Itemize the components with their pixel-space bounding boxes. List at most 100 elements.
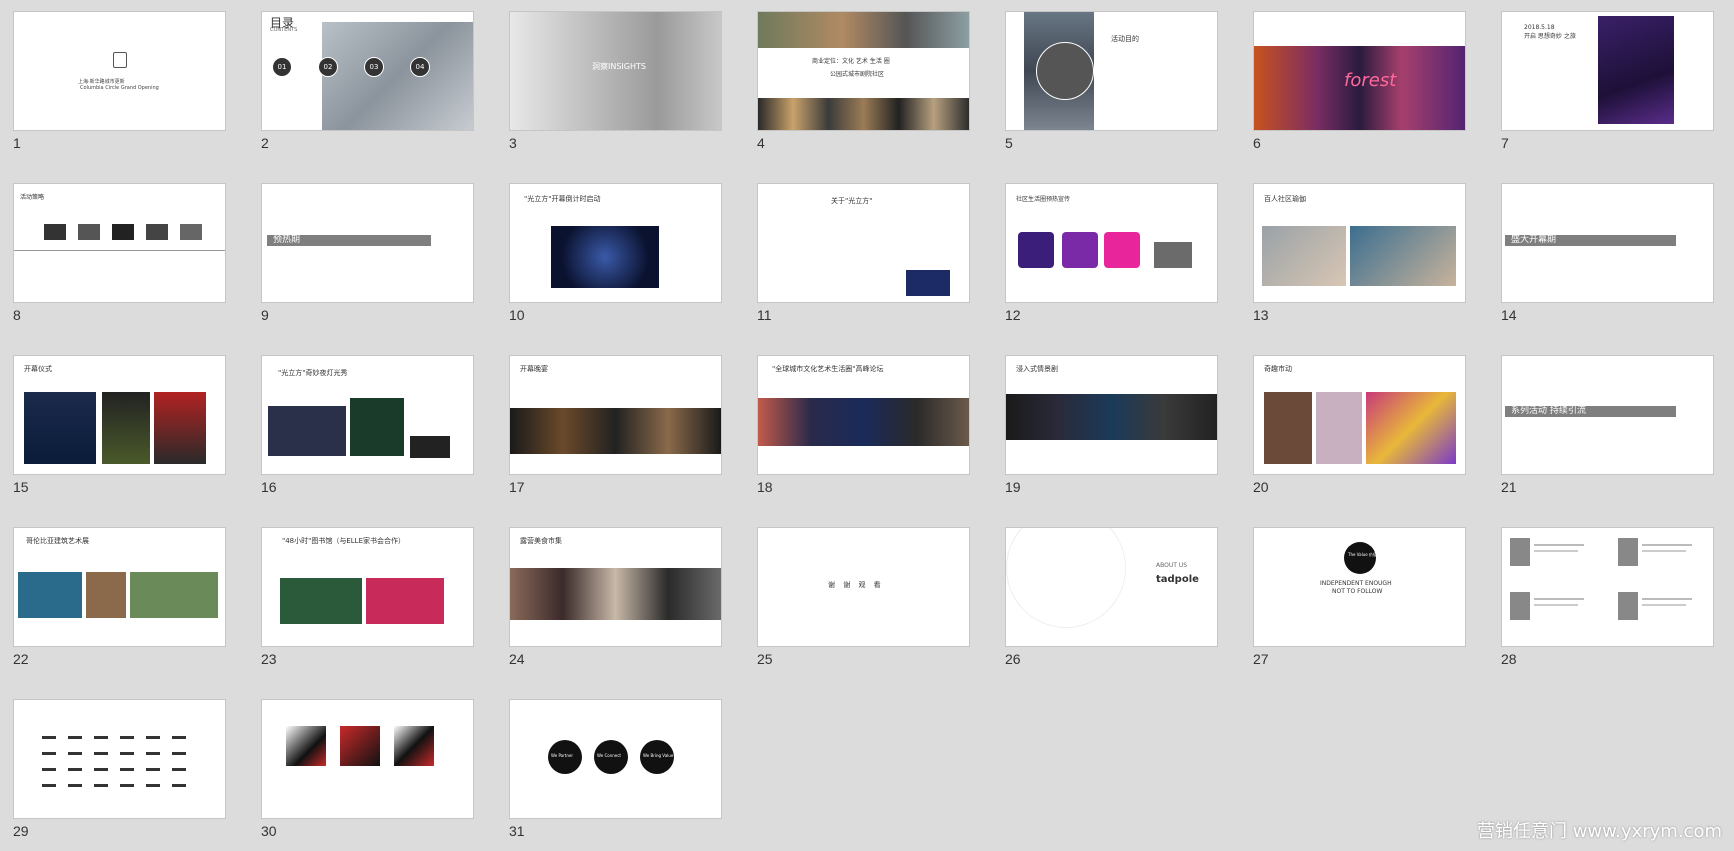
slide-preview[interactable]: 系列活动 持续引流 (1501, 355, 1714, 475)
slide-number: 26 (1005, 651, 1021, 667)
slide-thumbnail-14[interactable]: 盛大开幕期 14 (1501, 183, 1714, 323)
slide-thumbnail-28[interactable]: 28 (1501, 527, 1714, 667)
slide-thumbnail-8[interactable]: 活动策略 8 (13, 183, 226, 323)
slide-preview[interactable]: We Partner We Connect We Bring Value (509, 699, 722, 819)
slide-preview[interactable]: 活动目的 (1005, 11, 1218, 131)
slide-preview[interactable]: 预热期 (261, 183, 474, 303)
slide-text: "全球城市文化艺术生活圈"高峰论坛 (772, 365, 884, 373)
slide-thumbnail-12[interactable]: 社区生活圈预热宣传 12 (1005, 183, 1218, 323)
slide-thumbnail-21[interactable]: 系列活动 持续引流 21 (1501, 355, 1714, 495)
section-banner: 系列活动 持续引流 (1505, 406, 1676, 417)
slide-preview[interactable] (1501, 527, 1714, 647)
slide-sorter-grid: 上海·新华路城市更新 Columbia Circle Grand Opening 1… (0, 0, 1734, 851)
slide-image (322, 22, 473, 130)
slide-text: 开幕晚宴 (520, 365, 548, 373)
slide-preview[interactable]: "光立方"奇妙夜灯光秀 (261, 355, 474, 475)
slide-image (280, 578, 362, 624)
slide-preview[interactable]: 谢 谢 观 看 (757, 527, 970, 647)
slide-preview[interactable]: 洞察INSIGHTS (509, 11, 722, 131)
slide-text: "光立方"奇妙夜灯光秀 (278, 369, 348, 377)
slide-image (1262, 226, 1346, 286)
slide-preview[interactable]: 上海·新华路城市更新 Columbia Circle Grand Opening (13, 11, 226, 131)
slide-thumbnail-15[interactable]: 开幕仪式 15 (13, 355, 226, 495)
slide-text: 上海·新华路城市更新 (78, 79, 125, 85)
slide-preview[interactable]: The Value 价值 INDEPENDENT ENOUGH NOT TO FOL… (1253, 527, 1466, 647)
slide-number: 14 (1501, 307, 1517, 323)
slide-preview[interactable]: 露营美食市集 (509, 527, 722, 647)
slide-thumbnail-23[interactable]: "48小时"图书馆（与ELLE家书会合作） 23 (261, 527, 474, 667)
slide-preview[interactable]: "全球城市文化艺术生活圈"高峰论坛 (757, 355, 970, 475)
slide-thumbnail-17[interactable]: 开幕晚宴 17 (509, 355, 722, 495)
slide-thumbnail-31[interactable]: We Partner We Connect We Bring Value 31 (509, 699, 722, 839)
slide-thumbnail-3[interactable]: 洞察INSIGHTS 3 (509, 11, 722, 151)
slide-number: 28 (1501, 651, 1517, 667)
slide-preview[interactable]: 开幕晚宴 (509, 355, 722, 475)
slide-image (1366, 392, 1456, 464)
logo-mark (68, 768, 82, 771)
slide-text: Columbia Circle Grand Opening (80, 85, 159, 91)
slide-image (1006, 394, 1217, 440)
slide-thumbnail-6[interactable]: forest 6 (1253, 11, 1466, 151)
slide-thumbnail-24[interactable]: 露营美食市集 24 (509, 527, 722, 667)
slide-thumbnail-19[interactable]: 浸入式情景剧 19 (1005, 355, 1218, 495)
slide-image (1036, 42, 1094, 100)
slide-thumbnail-20[interactable]: 奇趣市动 20 (1253, 355, 1466, 495)
slide-number: 24 (509, 651, 525, 667)
slide-preview[interactable]: 商业定位：文化 艺术 生活 圈公园式城市剧院社区 (757, 11, 970, 131)
text-line (1642, 550, 1686, 552)
slide-text: We Bring Value (643, 753, 674, 758)
slide-text: 百人社区瑜伽 (1264, 195, 1306, 203)
logo-mark (42, 736, 56, 739)
collab-image (340, 726, 380, 766)
slide-preview[interactable]: 百人社区瑜伽 (1253, 183, 1466, 303)
slide-preview[interactable]: forest (1253, 11, 1466, 131)
slide-thumbnail-9[interactable]: 预热期 9 (261, 183, 474, 323)
slide-thumbnail-30[interactable]: 30 (261, 699, 474, 839)
slide-thumbnail-16[interactable]: "光立方"奇妙夜灯光秀 16 (261, 355, 474, 495)
slide-thumbnail-18[interactable]: "全球城市文化艺术生活圈"高峰论坛 18 (757, 355, 970, 495)
slide-thumbnail-13[interactable]: 百人社区瑜伽 13 (1253, 183, 1466, 323)
slide-thumbnail-27[interactable]: The Value 价值 INDEPENDENT ENOUGH NOT TO FOL… (1253, 527, 1466, 667)
slide-thumbnail-7[interactable]: 2018.5.18 开启 思想奇妙 之旅 7 (1501, 11, 1714, 151)
slide-thumbnail-1[interactable]: 上海·新华路城市更新 Columbia Circle Grand Opening 1 (13, 11, 226, 151)
slide-preview[interactable]: 关于"光立方" (757, 183, 970, 303)
slide-text: 哥伦比亚建筑艺术展 (26, 537, 89, 545)
slide-thumbnail-11[interactable]: 关于"光立方" 11 (757, 183, 970, 323)
slide-image (1598, 16, 1674, 124)
slide-preview[interactable] (261, 699, 474, 819)
slide-preview[interactable]: ABOUT US tadpole (1005, 527, 1218, 647)
slide-thumbnail-26[interactable]: ABOUT US tadpole 26 (1005, 527, 1218, 667)
slide-preview[interactable]: 社区生活圈预热宣传 (1005, 183, 1218, 303)
slide-preview[interactable]: 浸入式情景剧 (1005, 355, 1218, 475)
slide-number: 4 (757, 135, 765, 151)
slide-preview[interactable]: 盛大开幕期 (1501, 183, 1714, 303)
logo-mark (94, 784, 108, 787)
slide-preview[interactable]: 奇趣市动 (1253, 355, 1466, 475)
slide-thumbnail-22[interactable]: 哥伦比亚建筑艺术展 22 (13, 527, 226, 667)
slide-preview[interactable] (13, 699, 226, 819)
slide-image (1018, 232, 1054, 268)
slide-preview[interactable]: "光立方"开幕倒计时启动 (509, 183, 722, 303)
slide-preview[interactable]: 活动策略 (13, 183, 226, 303)
slide-thumbnail-25[interactable]: 谢 谢 观 看 25 (757, 527, 970, 667)
slide-image (410, 436, 450, 458)
slide-text: 活动目的 (1111, 35, 1139, 43)
slide-image (758, 12, 969, 48)
slide-preview[interactable]: 开幕仪式 (13, 355, 226, 475)
slide-image (551, 226, 659, 288)
slide-text: "48小时"图书馆（与ELLE家书会合作） (282, 537, 405, 545)
slide-thumbnail-4[interactable]: 商业定位：文化 艺术 生活 圈公园式城市剧院社区 4 (757, 11, 970, 151)
slide-thumbnail-10[interactable]: "光立方"开幕倒计时启动 10 (509, 183, 722, 323)
number-badge: 01 (272, 57, 292, 77)
slide-preview[interactable]: 哥伦比亚建筑艺术展 (13, 527, 226, 647)
slide-preview[interactable]: "48小时"图书馆（与ELLE家书会合作） (261, 527, 474, 647)
slide-number: 18 (757, 479, 773, 495)
slide-thumbnail-2[interactable]: 目录 CONTENTS 01 02 03 04 2 (261, 11, 474, 151)
slide-thumbnail-5[interactable]: 活动目的 5 (1005, 11, 1218, 151)
slide-thumbnail-29[interactable]: 29 (13, 699, 226, 839)
faint-circle (1006, 528, 1126, 628)
slide-number: 11 (757, 307, 772, 323)
slide-preview[interactable]: 2018.5.18 开启 思想奇妙 之旅 (1501, 11, 1714, 131)
slide-number: 15 (13, 479, 29, 495)
slide-preview[interactable]: 目录 CONTENTS 01 02 03 04 (261, 11, 474, 131)
